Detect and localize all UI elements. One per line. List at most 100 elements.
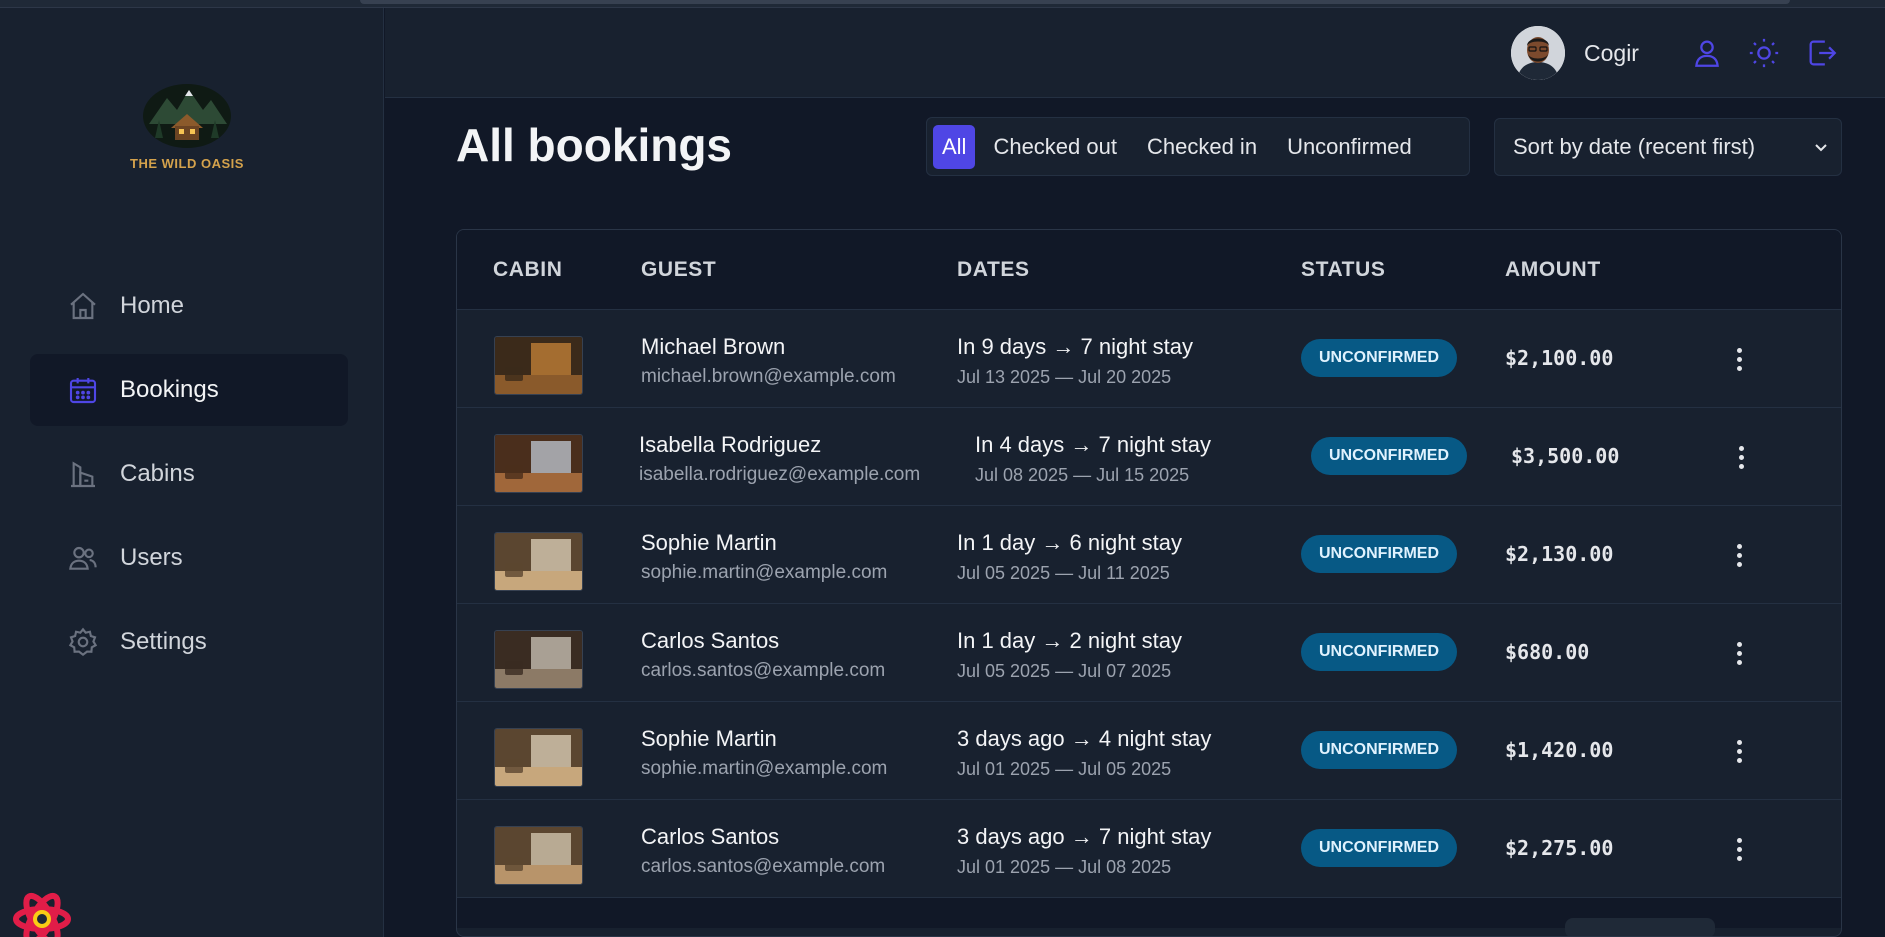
table-row[interactable]: Carlos Santos carlos.santos@example.com In… (457, 604, 1841, 702)
username: Cogir (1584, 40, 1639, 66)
status-badge: UNCONFIRMED (1301, 535, 1457, 573)
guest-email: carlos.santos@example.com (641, 856, 886, 877)
filter-checked-out-button[interactable]: Checked out (981, 125, 1129, 169)
status-badge: UNCONFIRMED (1301, 633, 1457, 671)
booking-amount: $3,500.00 (1511, 444, 1620, 468)
cabins-icon (66, 457, 100, 491)
row-menu-icon[interactable] (1725, 733, 1753, 769)
stay-summary: 3 days ago → 7 night stay (957, 824, 1212, 849)
row-menu-icon[interactable] (1725, 537, 1753, 573)
chevron-down-icon (1815, 144, 1827, 152)
stay-date-range: Jul 13 2025 — Jul 20 2025 (957, 367, 1172, 387)
row-menu-icon[interactable] (1725, 341, 1753, 377)
sidebar-item-label: Bookings (120, 376, 219, 403)
table-row[interactable]: Michael Brown michael.brown@example.com In… (457, 310, 1841, 408)
sidebar-item-cabins[interactable]: Cabins (30, 438, 348, 510)
cabin-logo-icon (143, 84, 231, 148)
users-icon (66, 541, 100, 575)
column-header-amount: AMOUNT (1505, 257, 1601, 281)
cabin-thumbnail (494, 434, 583, 493)
sidebar-item-users[interactable]: Users (30, 522, 348, 594)
guest-name: Carlos Santos (641, 824, 780, 849)
column-header-dates: DATES (957, 257, 1030, 281)
guest-name: Sophie Martin (641, 726, 777, 751)
stay-date-range: Jul 05 2025 — Jul 11 2025 (957, 563, 1170, 583)
status-badge: UNCONFIRMED (1311, 437, 1467, 475)
sidebar-item-label: Home (120, 292, 185, 319)
filter-unconfirmed-button[interactable]: Unconfirmed (1275, 125, 1424, 169)
stay-summary: In 1 day → 2 night stay (957, 628, 1183, 653)
cabin-thumbnail (494, 630, 583, 689)
guest-email: carlos.santos@example.com (641, 660, 886, 681)
gear-icon (66, 625, 100, 659)
row-menu-icon[interactable] (1725, 831, 1753, 867)
sidebar-nav: Home Bookings Cabins Users Settings (30, 270, 348, 690)
stay-summary: In 1 day → 6 night stay (957, 530, 1183, 555)
cabin-thumbnail (494, 728, 583, 787)
sidebar-item-bookings[interactable]: Bookings (30, 354, 348, 426)
booking-filter: All Checked out Checked in Unconfirmed (926, 117, 1470, 176)
bookings-table: CABIN GUEST DATES STATUS AMOUNT Michael … (456, 229, 1842, 937)
sidebar-item-label: Users (120, 544, 183, 571)
guest-email: sophie.martin@example.com (641, 562, 888, 583)
booking-amount: $680.00 (1505, 640, 1590, 664)
column-header-cabin: CABIN (493, 257, 563, 281)
stay-summary: In 9 days → 7 night stay (957, 334, 1194, 359)
status-badge: UNCONFIRMED (1301, 339, 1457, 377)
avatar[interactable] (1511, 26, 1565, 80)
sun-icon[interactable] (1747, 36, 1781, 70)
stay-date-range: Jul 05 2025 — Jul 07 2025 (957, 661, 1172, 681)
table-header: CABIN GUEST DATES STATUS AMOUNT (457, 230, 1841, 310)
cabin-thumbnail (494, 826, 583, 885)
react-devtools-icon[interactable] (12, 892, 72, 937)
sort-select[interactable]: Sort by date (recent first) (1494, 118, 1842, 176)
cabin-thumbnail (494, 532, 583, 591)
guest-name: Sophie Martin (641, 530, 777, 555)
sort-select-value: Sort by date (recent first) (1513, 134, 1756, 159)
booking-amount: $1,420.00 (1505, 738, 1614, 762)
stay-date-range: Jul 01 2025 — Jul 05 2025 (957, 759, 1172, 779)
guest-name: Carlos Santos (641, 628, 780, 653)
guest-email: sophie.martin@example.com (641, 758, 888, 779)
stay-date-range: Jul 08 2025 — Jul 15 2025 (975, 465, 1190, 485)
booking-amount: $2,275.00 (1505, 836, 1614, 860)
filter-all-button[interactable]: All (933, 124, 976, 169)
row-menu-icon[interactable] (1727, 439, 1755, 475)
app-header: Cogir (385, 8, 1885, 98)
brand-name: THE WILD OASIS (130, 156, 244, 171)
row-menu-icon[interactable] (1725, 635, 1753, 671)
column-header-status: STATUS (1301, 257, 1386, 281)
sidebar-item-settings[interactable]: Settings (30, 606, 348, 678)
column-header-guest: GUEST (641, 257, 717, 281)
filter-checked-in-button[interactable]: Checked in (1135, 125, 1269, 169)
sidebar-item-label: Cabins (120, 460, 195, 487)
logout-icon[interactable] (1805, 36, 1839, 70)
page-title: All bookings (456, 119, 732, 171)
sidebar-item-home[interactable]: Home (30, 270, 348, 342)
table-row[interactable]: Sophie Martin sophie.martin@example.com 3 … (457, 702, 1841, 800)
guest-name: Isabella Rodriguez (639, 432, 822, 457)
stay-summary: 3 days ago → 4 night stay (957, 726, 1212, 751)
sidebar-item-label: Settings (120, 628, 207, 655)
status-badge: UNCONFIRMED (1301, 731, 1457, 769)
guest-email: isabella.rodriguez@example.com (639, 464, 921, 485)
table-row[interactable]: Sophie Martin sophie.martin@example.com In… (457, 506, 1841, 604)
guest-name: Michael Brown (641, 334, 786, 359)
logo[interactable]: THE WILD OASIS (120, 80, 254, 180)
user-avatar-image (1511, 26, 1565, 80)
user-icon[interactable] (1690, 36, 1724, 70)
stay-date-range: Jul 01 2025 — Jul 08 2025 (957, 857, 1172, 877)
browser-top-strip (0, 0, 1885, 8)
booking-amount: $2,130.00 (1505, 542, 1614, 566)
calendar-icon (66, 373, 100, 407)
cabin-thumbnail (494, 336, 583, 395)
booking-amount: $2,100.00 (1505, 346, 1614, 370)
guest-email: michael.brown@example.com (641, 366, 896, 387)
sidebar: THE WILD OASIS Home Bookings Cabins User… (0, 8, 384, 937)
home-icon (66, 289, 100, 323)
table-row[interactable]: Carlos Santos carlos.santos@example.com 3 … (457, 800, 1841, 898)
status-badge: UNCONFIRMED (1301, 829, 1457, 867)
table-row[interactable]: Isabella Rodriguez isabella.rodriguez@exa… (457, 408, 1841, 506)
browser-tab-bar (360, 0, 1790, 4)
stay-summary: In 4 days → 7 night stay (975, 432, 1212, 457)
